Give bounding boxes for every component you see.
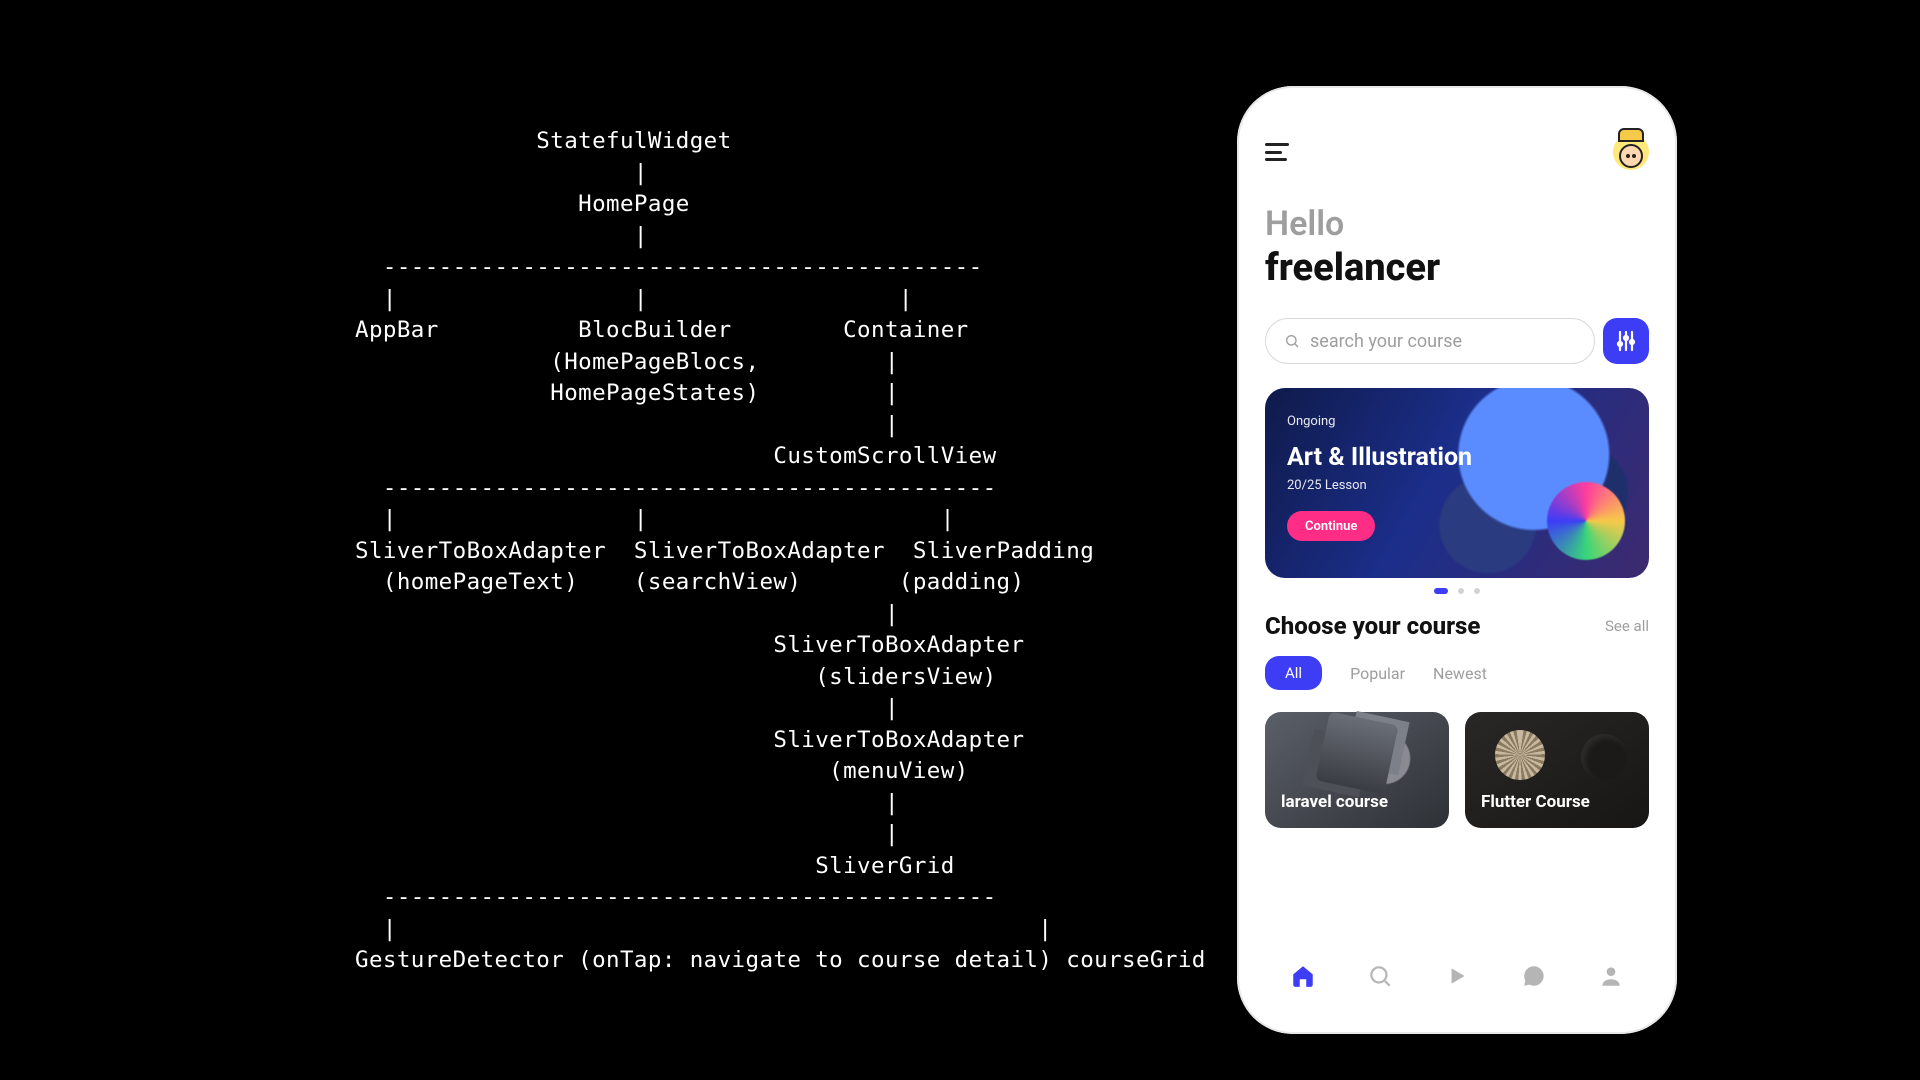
- play-icon: [1444, 963, 1470, 989]
- search-input[interactable]: search your course: [1265, 318, 1595, 364]
- course-tabs: All Popular Newest: [1265, 656, 1649, 690]
- banner-progress: 20/25 Lesson: [1287, 478, 1472, 493]
- carousel-dot[interactable]: [1474, 588, 1480, 594]
- banner-label: Ongoing: [1287, 414, 1472, 429]
- see-all-link[interactable]: See all: [1605, 617, 1649, 635]
- nav-profile[interactable]: [1598, 963, 1624, 993]
- greeting-name: freelancer: [1265, 246, 1649, 290]
- person-icon: [1598, 963, 1624, 989]
- search-placeholder: search your course: [1310, 331, 1462, 352]
- chat-icon: [1521, 963, 1547, 989]
- carousel-dot[interactable]: [1458, 588, 1464, 594]
- section-title: Choose your course: [1265, 612, 1480, 640]
- ongoing-course-banner[interactable]: Ongoing Art & Illustration 20/25 Lesson …: [1265, 388, 1649, 578]
- carousel-dot[interactable]: [1434, 588, 1448, 594]
- nav-search[interactable]: [1367, 963, 1393, 993]
- nav-home[interactable]: [1290, 963, 1316, 993]
- course-card-title: laravel course: [1281, 792, 1388, 812]
- tab-newest[interactable]: Newest: [1433, 664, 1487, 683]
- tab-popular[interactable]: Popular: [1350, 664, 1405, 683]
- greeting-hello: Hello: [1265, 204, 1649, 244]
- search-icon: [1284, 333, 1300, 349]
- course-card[interactable]: laravel course: [1265, 712, 1449, 828]
- avatar[interactable]: [1613, 134, 1649, 170]
- nav-chat[interactable]: [1521, 963, 1547, 993]
- carousel-dots: [1265, 588, 1649, 594]
- course-card[interactable]: Flutter Course: [1465, 712, 1649, 828]
- tab-all[interactable]: All: [1265, 656, 1322, 690]
- bottom-navbar: [1265, 946, 1649, 1034]
- widget-tree-diagram: StatefulWidget | HomePage | ------------…: [355, 126, 1206, 977]
- filter-icon: [1614, 329, 1638, 353]
- nav-play[interactable]: [1444, 963, 1470, 993]
- phone-mockup: Hello freelancer search your course Ongo…: [1237, 86, 1677, 1034]
- banner-title: Art & Illustration: [1287, 443, 1472, 472]
- filter-button[interactable]: [1603, 318, 1649, 364]
- course-card-title: Flutter Course: [1481, 792, 1590, 812]
- search-icon: [1367, 963, 1393, 989]
- course-grid: laravel course Flutter Course: [1265, 712, 1649, 828]
- menu-icon[interactable]: [1265, 143, 1289, 161]
- home-icon: [1290, 963, 1316, 989]
- continue-button[interactable]: Continue: [1287, 511, 1375, 541]
